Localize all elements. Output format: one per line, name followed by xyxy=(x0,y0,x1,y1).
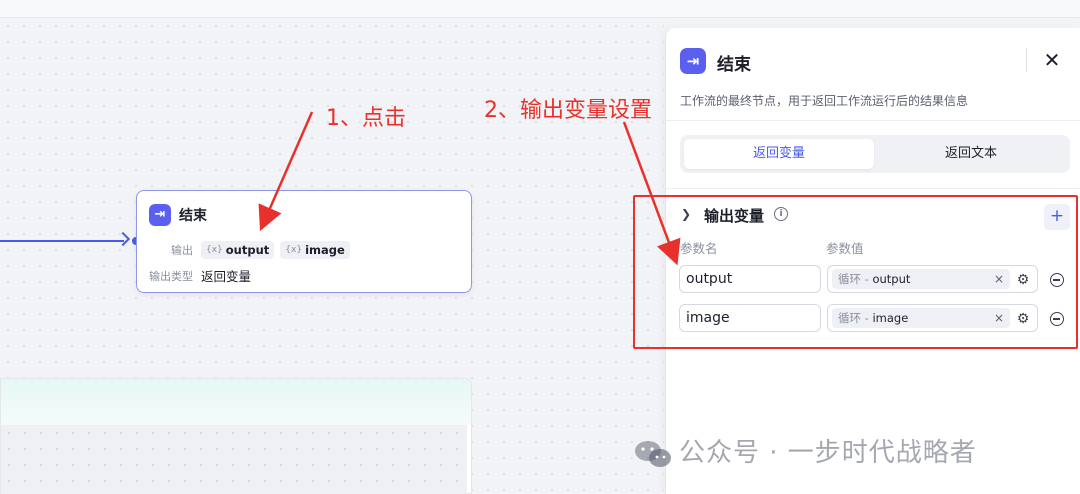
node-output-label: 输出 xyxy=(171,244,193,257)
tab-return-text[interactable]: 返回文本 xyxy=(876,139,1066,169)
wechat-icon xyxy=(635,440,671,467)
divider xyxy=(666,120,1080,121)
panel-title: 结束 xyxy=(717,55,751,75)
end-node-title: 结束 xyxy=(179,208,207,224)
connection-edge xyxy=(0,240,124,242)
node-output-chip-image: {x} image xyxy=(280,241,350,259)
node-output-type-label: 输出类型 xyxy=(149,269,193,283)
variable-icon: {x} xyxy=(206,245,223,255)
node-output-row: 输出 {x} output {x} image xyxy=(147,241,356,259)
node-output-type-row: 输出类型 返回变量 xyxy=(147,266,251,285)
tab-return-variables[interactable]: 返回变量 xyxy=(684,139,874,169)
variable-icon: {x} xyxy=(285,245,303,255)
end-node[interactable]: ⇥ 结束 输出 {x} output {x} image 输出类型 返回变量 xyxy=(136,190,472,293)
loop-subcanvas-header xyxy=(1,379,471,425)
node-output-type-value: 返回变量 xyxy=(201,269,252,284)
loop-subcanvas[interactable] xyxy=(0,378,472,494)
panel-description: 工作流的最终节点，用于返回工作流运行后的结果信息 xyxy=(680,94,969,108)
close-icon[interactable]: ✕ xyxy=(1040,48,1064,72)
top-bar xyxy=(0,0,1080,18)
watermark: 公众号 · 一步时代战略者 xyxy=(633,432,977,469)
annotation-step2: 2、输出变量设置 xyxy=(484,98,652,123)
return-mode-tabs: 返回变量 返回文本 xyxy=(680,135,1070,173)
end-node-icon: ⇥ xyxy=(680,48,706,74)
annotation-step1: 1、点击 xyxy=(326,106,406,131)
header-divider xyxy=(1026,48,1027,72)
loop-subcanvas-body xyxy=(1,425,467,494)
end-node-icon: ⇥ xyxy=(149,204,171,226)
divider xyxy=(666,188,1080,189)
highlight-box xyxy=(633,195,1078,349)
node-output-chip-output: {x} output xyxy=(201,241,275,259)
